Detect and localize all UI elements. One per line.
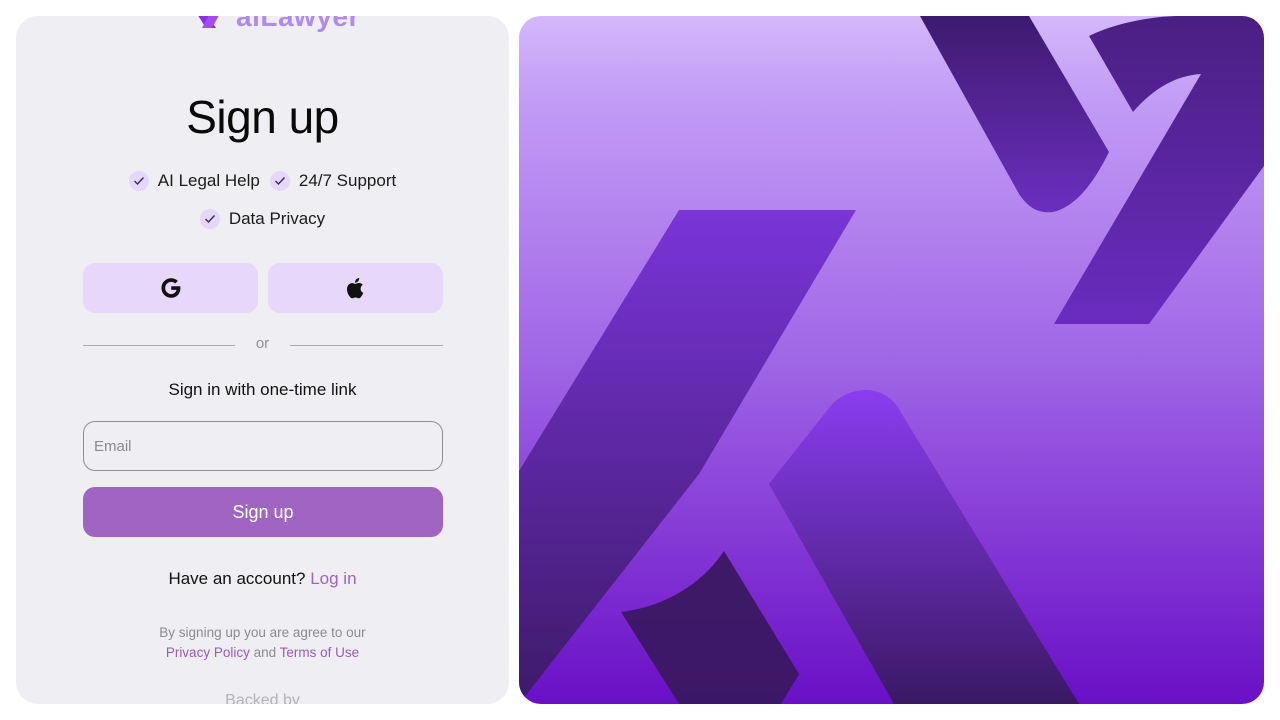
feature-label: AI Legal Help <box>157 171 260 190</box>
account-prompt-text: Have an account? <box>168 569 306 588</box>
brand-logo[interactable]: aiLawyer <box>190 16 360 32</box>
privacy-policy-link[interactable]: Privacy Policy <box>166 645 250 660</box>
brand-mark-icon <box>198 16 219 28</box>
divider-text: or <box>255 335 270 352</box>
feature-label: Data Privacy <box>228 209 326 228</box>
feature-item: AI Legal Help <box>128 171 260 191</box>
one-time-link-label: Sign in with one-time link <box>168 380 357 399</box>
apple-signup-button[interactable] <box>268 263 443 313</box>
signup-button[interactable]: Sign up <box>83 487 443 537</box>
feature-item: Data Privacy <box>199 209 326 229</box>
hero-artwork <box>519 16 1264 704</box>
google-signup-button[interactable] <box>83 263 258 313</box>
feature-label: 24/7 Support <box>298 171 397 190</box>
signup-panel: aiLawyer Sign up AI Legal Help 24/7 Supp… <box>16 16 509 704</box>
apple-icon <box>346 278 363 299</box>
terms-prefix: By signing up you are agree to our <box>159 625 366 640</box>
page-title: Sign up <box>186 91 339 143</box>
check-icon <box>128 171 149 191</box>
login-link[interactable]: Log in <box>310 569 356 588</box>
terms-of-use-link[interactable]: Terms of Use <box>280 645 360 660</box>
divider-line <box>290 345 443 346</box>
brand-name: aiLawyer <box>236 16 360 32</box>
check-icon <box>199 209 220 229</box>
terms-notice: By signing up you are agree to our Priva… <box>16 623 509 663</box>
check-icon <box>269 171 290 191</box>
login-prompt: Have an account? Log in <box>16 569 509 589</box>
feature-item: 24/7 Support <box>269 171 397 191</box>
hero-illustration <box>519 16 1264 704</box>
backed-by-label: Backed by <box>225 692 300 704</box>
feature-list: AI Legal Help 24/7 Support <box>16 171 509 191</box>
google-icon <box>160 278 180 298</box>
terms-and-text: and <box>253 645 277 660</box>
email-field[interactable] <box>83 421 443 471</box>
feature-list: Data Privacy <box>16 209 509 229</box>
